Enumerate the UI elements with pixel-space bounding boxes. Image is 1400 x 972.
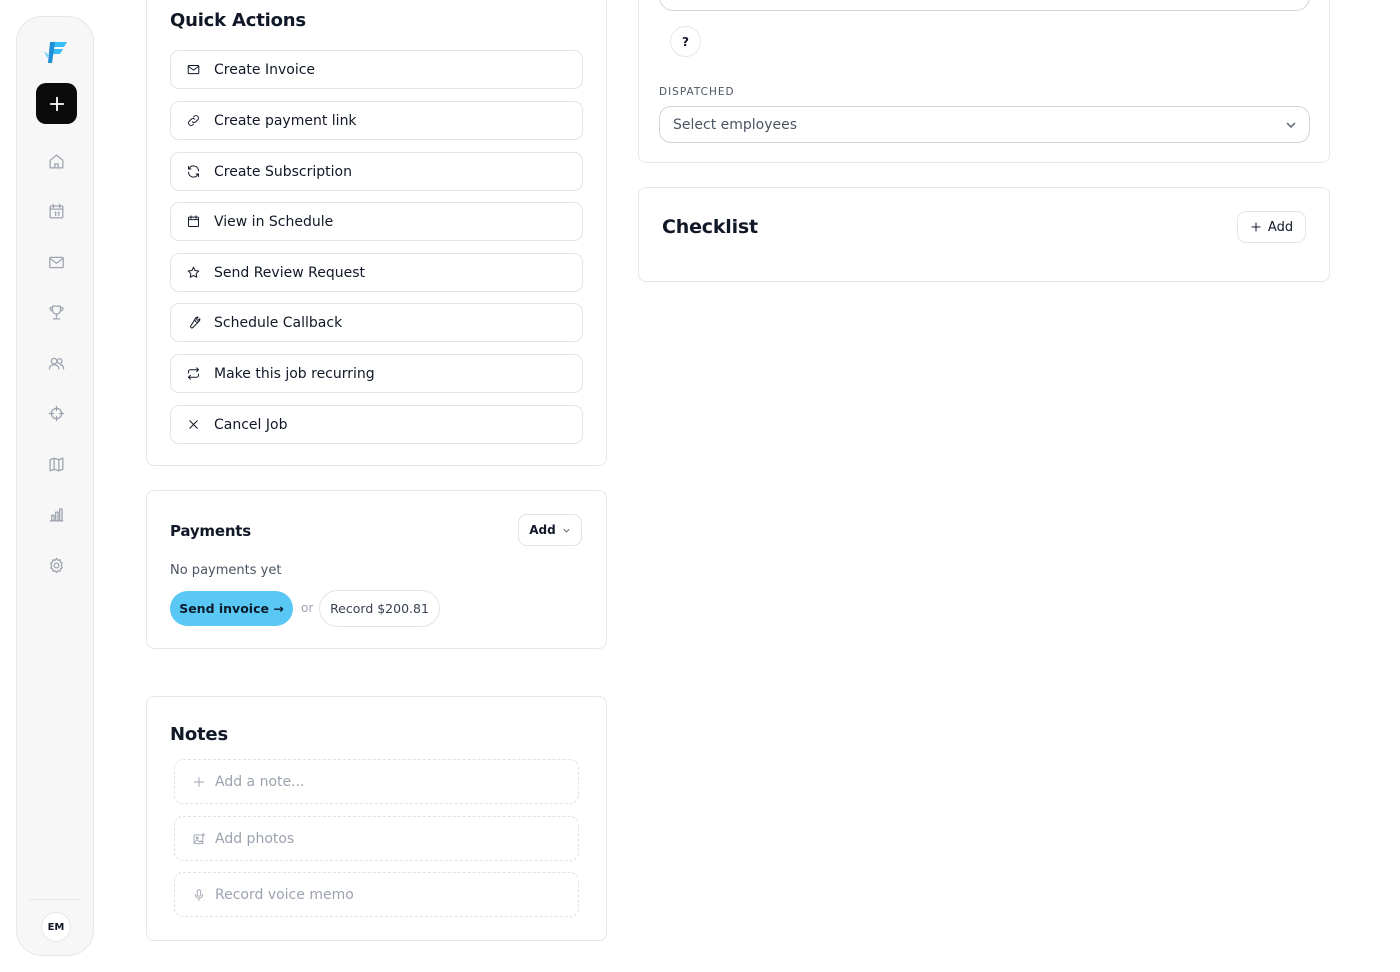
plus-icon (1251, 222, 1261, 232)
quick-actions-card: Quick Actions Create Invoice Create paym… (146, 0, 607, 466)
view-in-schedule-button[interactable]: View in Schedule (170, 202, 583, 241)
nav-mail[interactable] (44, 250, 68, 274)
cancel-job-button[interactable]: Cancel Job (170, 405, 583, 444)
nav-settings[interactable] (44, 553, 68, 577)
plus-icon (49, 96, 64, 111)
select-employees-dropdown[interactable]: Select employees (659, 106, 1310, 143)
send-review-request-label: Send Review Request (214, 264, 365, 281)
notes-card: Notes Add a note... Add photos Record vo… (146, 696, 607, 941)
checklist-title: Checklist (662, 216, 758, 238)
repeat-icon (188, 367, 199, 380)
select-employees-placeholder: Select employees (673, 116, 798, 133)
nav-targets[interactable] (44, 401, 68, 425)
send-review-request-button[interactable]: Send Review Request (170, 253, 583, 292)
home-icon (49, 154, 63, 168)
schedule-callback-button[interactable]: Schedule Callback (170, 303, 583, 342)
mail-icon (187, 64, 200, 75)
create-subscription-button[interactable]: Create Subscription (170, 152, 583, 191)
mail-icon (48, 256, 64, 268)
x-icon (189, 420, 198, 429)
app-logo[interactable] (41, 37, 71, 67)
no-payments-text: No payments yet (170, 563, 282, 578)
schedule-callback-label: Schedule Callback (214, 314, 343, 331)
record-payment-button[interactable]: Record $200.81 (319, 590, 440, 627)
add-note-label: Add a note... (215, 773, 305, 790)
user-avatar[interactable]: EM (41, 912, 71, 942)
create-new-button[interactable] (36, 83, 77, 124)
record-voice-memo-button[interactable]: Record voice memo (174, 872, 579, 917)
payments-card: Payments Add No payments yet Send invoic… (146, 490, 607, 649)
plus-icon (193, 776, 205, 787)
nav-home[interactable] (44, 149, 68, 173)
create-invoice-label: Create Invoice (214, 61, 316, 78)
cancel-job-label: Cancel Job (214, 416, 288, 433)
record-voice-memo-label: Record voice memo (215, 886, 354, 903)
wrench-icon (190, 316, 201, 329)
nav-calendar[interactable] (44, 199, 68, 223)
create-invoice-button[interactable]: Create Invoice (170, 50, 583, 89)
add-payment-dropdown[interactable]: Add (518, 514, 582, 546)
create-payment-link-button[interactable]: Create payment link (170, 101, 583, 140)
link-icon (188, 115, 199, 126)
notes-title: Notes (170, 724, 228, 745)
image-add-icon (193, 832, 206, 844)
add-photos-label: Add photos (215, 830, 295, 847)
add-checklist-label: Add (1267, 219, 1294, 235)
view-in-schedule-label: View in Schedule (214, 213, 334, 230)
add-note-button[interactable]: Add a note... (174, 759, 579, 804)
map-icon (49, 457, 63, 471)
add-photos-button[interactable]: Add photos (174, 816, 579, 861)
trophy-icon (48, 305, 64, 319)
calendar-icon (188, 215, 199, 227)
sidebar-divider (29, 899, 81, 900)
refresh-icon (188, 165, 199, 178)
create-payment-link-label: Create payment link (214, 112, 357, 129)
calendar-icon (49, 203, 63, 218)
chevron-down-icon (1286, 122, 1296, 129)
dispatched-label: DISPATCHED (659, 86, 735, 98)
crosshair-icon (48, 405, 64, 421)
nav-reports[interactable] (44, 502, 68, 526)
checklist-card: Checklist Add (638, 187, 1330, 282)
previous-field[interactable] (659, 0, 1310, 11)
add-checklist-item-button[interactable]: Add (1237, 211, 1306, 243)
help-button[interactable]: ? (670, 26, 701, 57)
chevron-down-icon (563, 528, 570, 533)
create-subscription-label: Create Subscription (214, 163, 352, 180)
send-invoice-button[interactable]: Send invoice → (170, 591, 293, 626)
make-recurring-label: Make this job recurring (214, 365, 375, 382)
bar-chart-icon (49, 507, 63, 521)
quick-actions-title: Quick Actions (170, 10, 306, 31)
payments-title: Payments (170, 522, 252, 540)
add-payment-label: Add (529, 523, 556, 537)
or-separator: or (301, 601, 314, 615)
star-icon (187, 266, 200, 278)
nav-trophy[interactable] (44, 300, 68, 324)
nav-users[interactable] (44, 351, 68, 375)
nav-map[interactable] (44, 452, 68, 476)
make-recurring-button[interactable]: Make this job recurring (170, 354, 583, 393)
microphone-icon (194, 888, 204, 901)
dispatch-card: ? DISPATCHED Select employees (638, 0, 1330, 163)
users-icon (48, 357, 64, 370)
sidebar: EM (16, 16, 94, 956)
gear-icon (49, 557, 63, 573)
